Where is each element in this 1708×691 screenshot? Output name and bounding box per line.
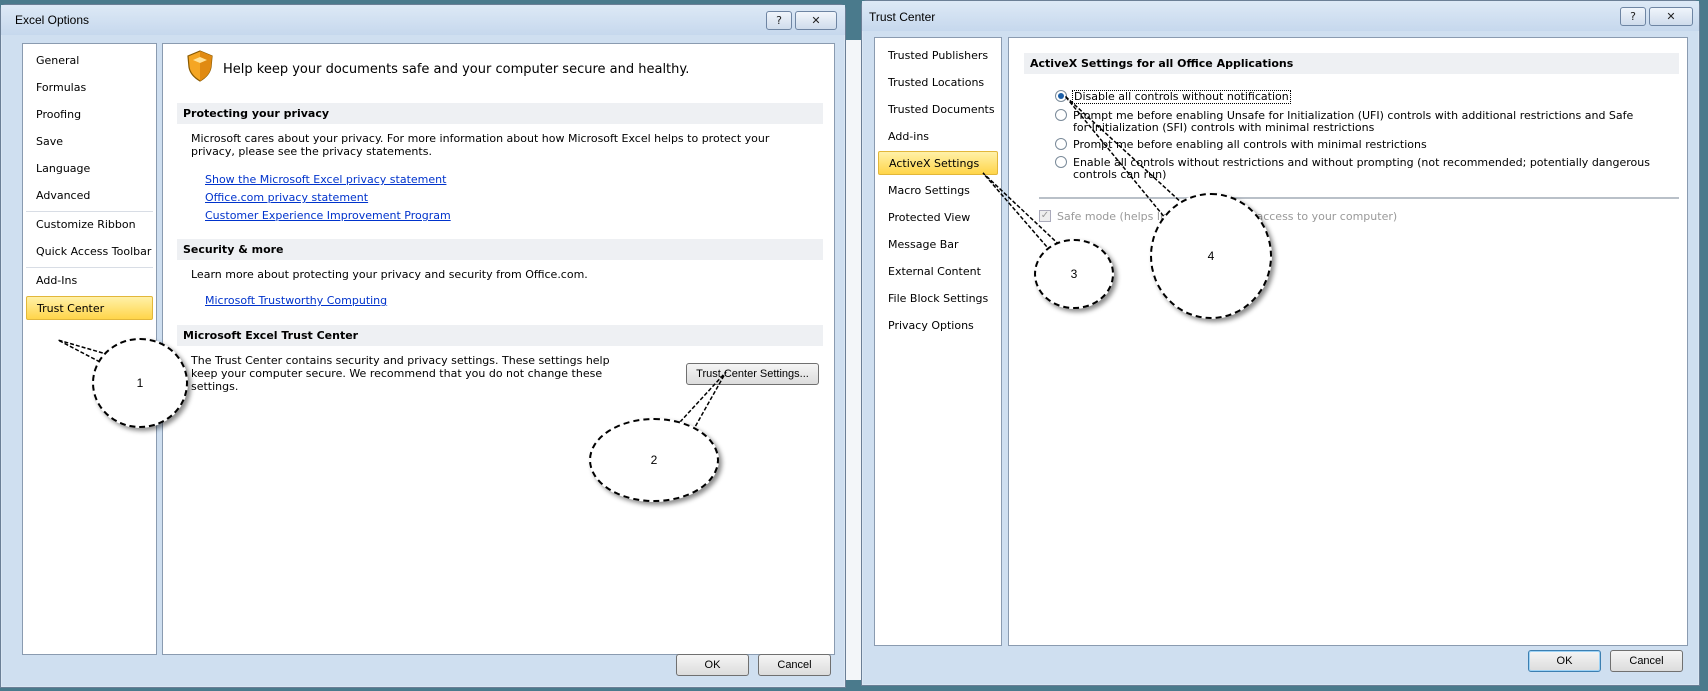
trust-center-nav: Trusted Publishers Trusted Locations Tru… bbox=[874, 37, 1002, 646]
intro-text: Help keep your documents safe and your c… bbox=[223, 62, 690, 77]
nav-trust-center[interactable]: Trust Center bbox=[26, 296, 153, 320]
radio-prompt-ufi-sfi[interactable] bbox=[1055, 109, 1067, 121]
options-divider bbox=[1039, 197, 1679, 199]
nav-advanced[interactable]: Advanced bbox=[26, 184, 153, 208]
activex-heading: ActiveX Settings for all Office Applicat… bbox=[1024, 53, 1679, 74]
nav-add-ins[interactable]: Add-ins bbox=[878, 125, 998, 149]
option-prompt-all-label: Prompt me before enabling all controls w… bbox=[1073, 138, 1427, 151]
excel-privacy-link[interactable]: Show the Microsoft Excel privacy stateme… bbox=[205, 173, 446, 186]
nav-protected-view[interactable]: Protected View bbox=[878, 206, 998, 230]
nav-formulas[interactable]: Formulas bbox=[26, 76, 153, 100]
callout-4: 4 bbox=[1150, 193, 1272, 319]
cancel-button[interactable]: Cancel bbox=[758, 654, 831, 676]
nav-general[interactable]: General bbox=[26, 49, 153, 73]
nav-message-bar[interactable]: Message Bar bbox=[878, 233, 998, 257]
help-button[interactable]: ? bbox=[1620, 7, 1646, 26]
nav-macro-settings[interactable]: Macro Settings bbox=[878, 179, 998, 203]
ok-button[interactable]: OK bbox=[676, 654, 749, 676]
nav-trusted-documents[interactable]: Trusted Documents bbox=[878, 98, 998, 122]
nav-activex-settings[interactable]: ActiveX Settings bbox=[878, 151, 998, 175]
callout-3: 3 bbox=[1034, 239, 1114, 309]
privacy-text: Microsoft cares about your privacy. For … bbox=[191, 132, 770, 158]
nav-privacy-options[interactable]: Privacy Options bbox=[878, 314, 998, 338]
nav-file-block-settings[interactable]: File Block Settings bbox=[878, 287, 998, 311]
nav-add-ins[interactable]: Add-Ins bbox=[26, 269, 153, 293]
nav-trusted-locations[interactable]: Trusted Locations bbox=[878, 71, 998, 95]
dialog-title: Trust Center bbox=[869, 10, 936, 24]
dialog-title: Excel Options bbox=[15, 13, 90, 27]
nav-save[interactable]: Save bbox=[26, 130, 153, 154]
radio-disable-all[interactable] bbox=[1055, 90, 1067, 102]
help-button[interactable]: ? bbox=[766, 11, 792, 30]
excel-options-titlebar[interactable]: Excel Options ? ✕ bbox=[1, 5, 845, 35]
nav-separator bbox=[26, 211, 153, 212]
radio-enable-all[interactable] bbox=[1055, 156, 1067, 168]
close-button[interactable]: ✕ bbox=[795, 11, 837, 30]
radio-prompt-all[interactable] bbox=[1055, 138, 1067, 150]
callout-2: 2 bbox=[589, 418, 719, 502]
close-button[interactable]: ✕ bbox=[1649, 7, 1693, 26]
nav-quick-access-toolbar[interactable]: Quick Access Toolbar bbox=[26, 240, 153, 264]
option-disable-all-label: Disable all controls without notificatio… bbox=[1072, 90, 1291, 104]
security-heading: Security & more bbox=[177, 239, 823, 260]
trust-center-text: The Trust Center contains security and p… bbox=[191, 354, 610, 393]
office-privacy-link[interactable]: Office.com privacy statement bbox=[205, 191, 368, 204]
safe-mode-checkbox[interactable]: ✓ bbox=[1039, 210, 1051, 222]
trustworthy-computing-link[interactable]: Microsoft Trustworthy Computing bbox=[205, 294, 387, 307]
security-text: Learn more about protecting your privacy… bbox=[191, 268, 588, 281]
ceip-link[interactable]: Customer Experience Improvement Program bbox=[205, 209, 451, 222]
nav-separator bbox=[26, 267, 153, 268]
option-enable-all-label: Enable all controls without restrictions… bbox=[1073, 156, 1650, 181]
shield-icon bbox=[187, 50, 213, 82]
trust-center-settings-button[interactable]: Trust Center Settings... bbox=[686, 363, 819, 385]
nav-proofing[interactable]: Proofing bbox=[26, 103, 153, 127]
callout-1: 1 bbox=[92, 338, 188, 428]
privacy-heading: Protecting your privacy bbox=[177, 103, 823, 124]
nav-customize-ribbon[interactable]: Customize Ribbon bbox=[26, 213, 153, 237]
trust-center-heading: Microsoft Excel Trust Center bbox=[177, 325, 823, 346]
options-content: Help keep your documents safe and your c… bbox=[162, 43, 835, 655]
nav-external-content[interactable]: External Content bbox=[878, 260, 998, 284]
trust-center-titlebar[interactable]: Trust Center ? ✕ bbox=[862, 1, 1699, 31]
nav-language[interactable]: Language bbox=[26, 157, 153, 181]
cancel-button[interactable]: Cancel bbox=[1610, 650, 1683, 672]
nav-trusted-publishers[interactable]: Trusted Publishers bbox=[878, 44, 998, 68]
trust-center-dialog: Trust Center ? ✕ Trusted Publishers Trus… bbox=[861, 0, 1700, 686]
option-prompt-ufi-sfi-label: Prompt me before enabling Unsafe for Ini… bbox=[1073, 109, 1634, 134]
ok-button[interactable]: OK bbox=[1528, 650, 1601, 672]
activex-content: ActiveX Settings for all Office Applicat… bbox=[1008, 37, 1688, 646]
